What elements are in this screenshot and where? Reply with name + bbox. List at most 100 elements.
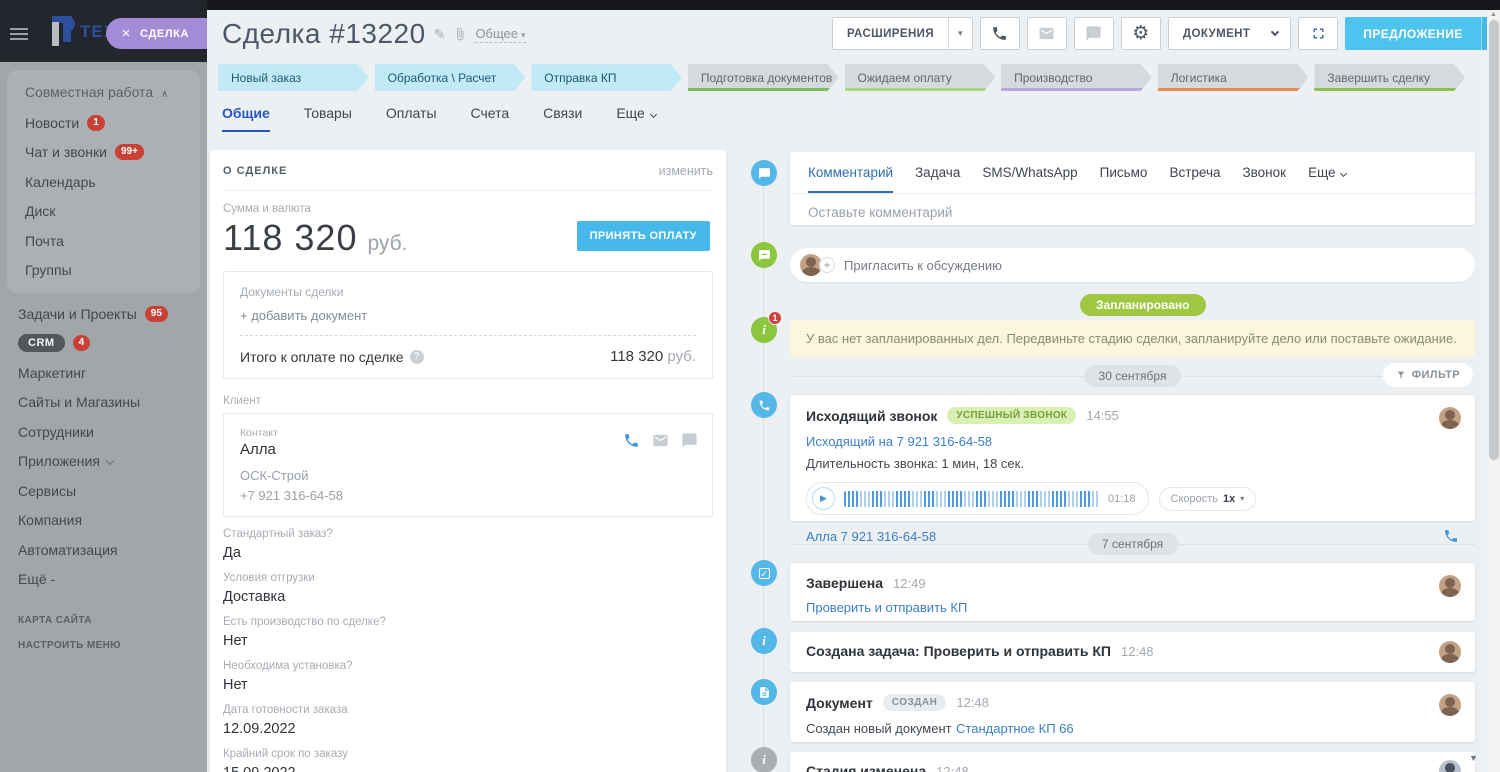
- deal-slider-tab[interactable]: × СДЕЛКА: [106, 18, 207, 49]
- client-phone[interactable]: +7 921 316-64-58: [240, 488, 696, 503]
- deal-currency: руб.: [367, 232, 407, 256]
- sidebar-item-applications[interactable]: Приложения: [0, 447, 207, 477]
- hamburger-menu-icon[interactable]: [10, 25, 28, 43]
- timeline-composer-card: Комментарий Задача SMS/WhatsApp Письмо В…: [790, 152, 1475, 225]
- sidebar-item-more[interactable]: Ещё -: [0, 565, 207, 595]
- stage-awaiting-payment[interactable]: Ожидаем оплату: [845, 64, 996, 91]
- document-button[interactable]: ДОКУМЕНТ: [1168, 17, 1291, 50]
- configure-menu-link[interactable]: НАСТРОИТЬ МЕНЮ: [0, 633, 207, 658]
- caret-down-icon[interactable]: ▾: [949, 28, 972, 39]
- tab-invoices[interactable]: Счета: [471, 105, 510, 132]
- fullscreen-button[interactable]: [1298, 17, 1338, 50]
- sidebar-item-employees[interactable]: Сотрудники: [0, 417, 207, 447]
- caret-down-icon: ▾: [521, 30, 526, 40]
- sidebar-item-automation[interactable]: Автоматизация: [0, 535, 207, 565]
- invite-to-discussion[interactable]: + Пригласить к обсуждению: [790, 248, 1475, 282]
- amount-label: Сумма и валюта: [223, 203, 713, 215]
- page-scrollbar[interactable]: ▲: [1487, 10, 1500, 772]
- field-standard-order: Стандартный заказ?Да: [223, 527, 713, 563]
- sidebar-item-groups[interactable]: Группы: [7, 256, 200, 286]
- logo-mark-icon: [44, 16, 74, 48]
- caret-down-icon: ▾: [1240, 494, 1244, 503]
- sidebar-item-calendar[interactable]: Календарь: [7, 167, 200, 197]
- stage-new-order[interactable]: Новый заказ: [218, 64, 369, 91]
- top-dark-strip: [0, 0, 1500, 10]
- settings-button[interactable]: ⚙: [1121, 17, 1161, 50]
- crm-deal-page: ТЕХП × СДЕЛКА Совместная работа ∧ Новост…: [0, 0, 1500, 772]
- call-direction-link[interactable]: Исходящий на 7 921 316-64-58: [806, 434, 992, 449]
- timeline-tab-meeting[interactable]: Встреча: [1169, 165, 1220, 193]
- client-box: Контакт Алла ОСК-Строй +7 921 316-64-58: [223, 413, 713, 517]
- tab-links[interactable]: Связи: [543, 105, 582, 132]
- envelope-icon[interactable]: [652, 432, 669, 449]
- phone-icon[interactable]: [623, 432, 640, 449]
- sidebar-item-sites-stores[interactable]: Сайты и Магазины: [0, 388, 207, 418]
- tab-products[interactable]: Товары: [304, 105, 352, 132]
- edit-title-icon[interactable]: ✎: [434, 26, 446, 43]
- extensions-button[interactable]: РАСШИРЕНИЯ ▾: [832, 17, 973, 50]
- scroll-down-caret-icon[interactable]: ▼: [1469, 753, 1478, 763]
- timeline-tab-email[interactable]: Письмо: [1100, 165, 1148, 193]
- edit-deal-link[interactable]: изменить: [659, 164, 713, 178]
- pipeline-category-selector[interactable]: Общее▾: [475, 26, 525, 43]
- stage-close-deal[interactable]: Завершить сделку: [1314, 64, 1465, 91]
- stage-processing[interactable]: Обработка \ Расчет: [375, 64, 526, 91]
- call-rail-icon: [751, 392, 777, 418]
- notice-count-badge: 1: [768, 311, 782, 325]
- add-document-link[interactable]: + добавить документ: [240, 308, 696, 323]
- timeline-tab-task[interactable]: Задача: [915, 165, 960, 193]
- stage-send-proposal[interactable]: Отправка КП: [531, 64, 682, 91]
- sidebar-item-chat-calls[interactable]: Чат и звонки 99+: [7, 138, 200, 168]
- sidebar-item-company[interactable]: Компания: [0, 506, 207, 536]
- sidebar-item-mail[interactable]: Почта: [7, 226, 200, 256]
- task-created-card: Создана задача: Проверить и отправить КП…: [790, 632, 1475, 672]
- help-icon[interactable]: ?: [410, 350, 424, 364]
- call-button[interactable]: [980, 17, 1020, 50]
- sidebar-item-disk[interactable]: Диск: [7, 197, 200, 227]
- client-label: Клиент: [223, 395, 713, 407]
- close-icon[interactable]: ×: [122, 26, 131, 41]
- timeline-tab-sms-whatsapp[interactable]: SMS/WhatsApp: [982, 165, 1077, 193]
- tab-general[interactable]: Общие: [222, 105, 270, 132]
- document-link[interactable]: Стандартное КП 66: [956, 721, 1074, 736]
- scrollbar-thumb[interactable]: [1489, 20, 1499, 460]
- playback-speed-button[interactable]: Скорость 1x ▾: [1159, 487, 1257, 511]
- sitemap-link[interactable]: КАРТА САЙТА: [0, 608, 207, 633]
- funnel-icon: [1396, 370, 1406, 380]
- copy-link-icon[interactable]: [453, 27, 467, 41]
- stage-production[interactable]: Производство: [1001, 64, 1152, 91]
- audio-waveform[interactable]: [844, 491, 1099, 507]
- timeline-tab-comment[interactable]: Комментарий: [808, 165, 893, 193]
- tab-payments[interactable]: Оплаты: [386, 105, 437, 132]
- stage-prepare-documents[interactable]: Подготовка документов: [688, 64, 839, 91]
- sidebar-item-crm[interactable]: CRM 4: [0, 329, 207, 359]
- scroll-up-arrow-icon[interactable]: ▲: [1487, 11, 1500, 18]
- play-button[interactable]: ▶: [812, 487, 835, 510]
- sidebar-group-header[interactable]: Совместная работа ∧: [7, 80, 200, 108]
- chevron-down-icon: [650, 111, 657, 118]
- stage-logistics[interactable]: Логистика: [1158, 64, 1309, 91]
- add-participant-icon[interactable]: +: [819, 257, 835, 273]
- chat-bubble-icon[interactable]: [681, 432, 698, 449]
- client-company[interactable]: ОСК-Строй: [240, 468, 696, 483]
- tab-more[interactable]: Еще: [616, 105, 656, 132]
- task-link[interactable]: Проверить и отправить КП: [806, 600, 967, 615]
- comment-input[interactable]: Оставьте комментарий: [790, 194, 1475, 233]
- proposal-button[interactable]: ПРЕДЛОЖЕНИЕ ▾: [1345, 17, 1500, 50]
- timeline-tab-call[interactable]: Звонок: [1243, 165, 1287, 193]
- call-status-badge: УСПЕШНЫЙ ЗВОНОК: [947, 407, 1076, 424]
- sidebar-item-tasks-projects[interactable]: Задачи и Проекты 95: [0, 299, 207, 329]
- accept-payment-button[interactable]: ПРИНЯТЬ ОПЛАТУ: [577, 221, 710, 251]
- slider-tab-label: СДЕЛКА: [140, 28, 189, 40]
- comment-rail-icon: [751, 160, 777, 186]
- sidebar-item-marketing[interactable]: Маркетинг: [0, 358, 207, 388]
- filter-button[interactable]: ФИЛЬТР: [1383, 363, 1473, 387]
- sidebar-item-news[interactable]: Новости 1: [7, 108, 200, 138]
- date-pill: 7 сентября: [1087, 533, 1178, 555]
- date-separator: 30 сентября ФИЛЬТР: [790, 365, 1475, 387]
- deal-toolbar: РАСШИРЕНИЯ ▾ ⚙ ДОКУМЕНТ: [832, 17, 1500, 50]
- sidebar-item-services[interactable]: Сервисы: [0, 476, 207, 506]
- timeline-tab-more[interactable]: Еще: [1308, 165, 1345, 193]
- about-deal-heading: О СДЕЛКЕ: [223, 165, 287, 177]
- audio-player: ▶ 01:18 Скорость 1x ▾: [806, 482, 1459, 515]
